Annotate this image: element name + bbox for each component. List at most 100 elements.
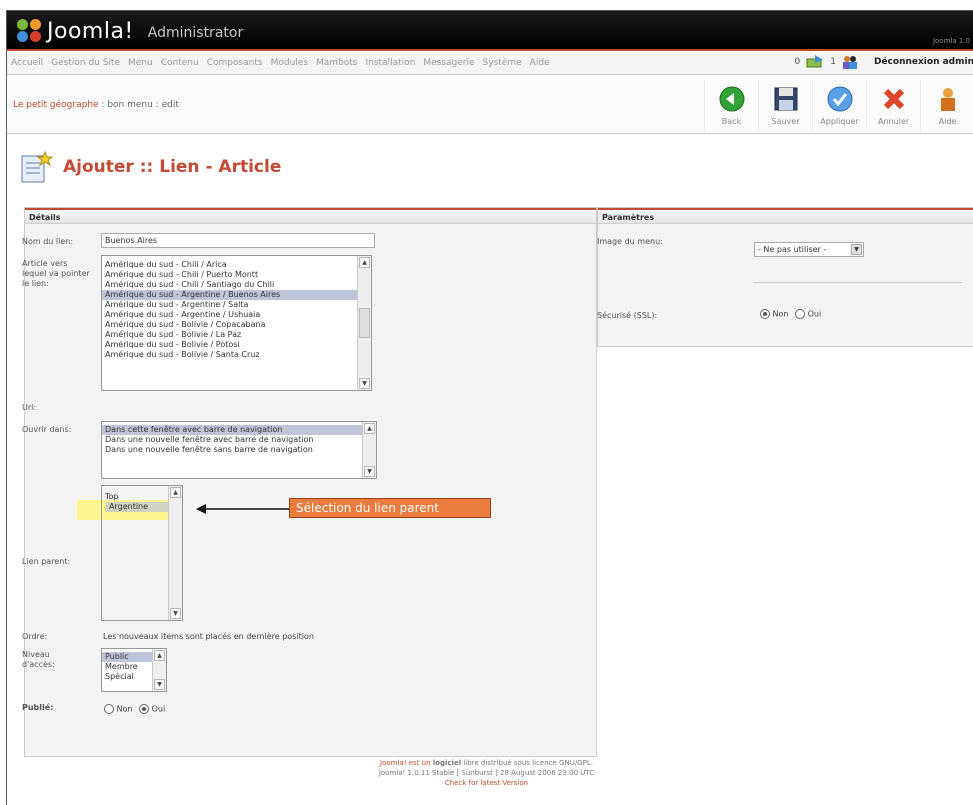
- save-label: Sauver: [771, 117, 800, 126]
- menu-item-menu[interactable]: Menu: [128, 58, 153, 68]
- annotation-label: Sélection du lien parent: [289, 498, 491, 518]
- order-text: Les nouveaux items sont placés en derniè…: [103, 632, 314, 641]
- open-in-label: Ouvrir dans:: [22, 425, 72, 434]
- secure-radios: Non Oui: [760, 309, 821, 319]
- logout-link[interactable]: Déconnexion admin: [874, 57, 973, 67]
- name-label: Nom du lien:: [22, 237, 74, 246]
- list-item[interactable]: Amérique du sud - Chili / Santiago du Ch…: [102, 280, 371, 290]
- menu-item-site[interactable]: Gestion du Site: [51, 58, 120, 68]
- open-in-scrollbar[interactable]: ▲ ▼: [362, 422, 376, 478]
- apply-check-icon: [827, 86, 852, 112]
- cancel-button[interactable]: Annuler: [866, 80, 920, 130]
- footer-license-text: libre distribué sous licence GNU/GPL.: [461, 759, 593, 767]
- toolbar: Le petit géographe : bon menu : edit Bac…: [7, 76, 973, 134]
- published-no-radio[interactable]: [104, 704, 114, 714]
- list-item[interactable]: Amérique du sud - Bolivie / Copacabana: [102, 320, 371, 330]
- page-title: Ajouter :: Lien - Article: [63, 157, 282, 177]
- scroll-thumb[interactable]: [359, 308, 370, 338]
- secure-no-radio[interactable]: [760, 309, 770, 319]
- menu-image-select[interactable]: - Ne pas utiliser - ▼: [754, 242, 864, 257]
- parent-listbox[interactable]: Top Argentine ▲ ▼: [101, 485, 183, 621]
- list-item[interactable]: Amérique du sud - Argentine / Ushuaia: [102, 310, 371, 320]
- secure-yes-radio[interactable]: [795, 309, 806, 319]
- list-item[interactable]: Amérique du sud - Argentine / Salta: [102, 300, 371, 310]
- menu-item-system[interactable]: Système: [483, 58, 522, 68]
- apply-label: Appliquer: [820, 117, 859, 126]
- logo-subtitle: Administrator: [147, 25, 244, 41]
- params-divider: [754, 282, 962, 283]
- menu-item-installation[interactable]: Installation: [366, 58, 416, 68]
- parent-label: Lien parent:: [22, 557, 71, 566]
- users-online-icon[interactable]: [842, 55, 858, 69]
- header-version: Joomla 1.0: [932, 37, 970, 45]
- list-item[interactable]: Dans une nouvelle fenêtre avec barre de …: [102, 435, 376, 445]
- open-in-listbox[interactable]: Dans cette fenêtre avec barre de navigat…: [101, 421, 377, 479]
- footer-joomla-link[interactable]: Joomla! est un: [380, 759, 433, 767]
- page-heading: Ajouter :: Lien - Article: [19, 147, 281, 187]
- save-disk-icon: [774, 87, 797, 111]
- chevron-down-icon: ▼: [851, 244, 862, 255]
- apply-button[interactable]: Appliquer: [812, 80, 866, 130]
- status-area: 0 1 Déconnexion admin: [795, 55, 973, 69]
- list-item[interactable]: Amérique du sud - Chili / Puerto Montt: [102, 270, 371, 280]
- published-no-label: Non: [116, 704, 133, 714]
- secure-label: Sécurisé (SSL):: [597, 311, 658, 320]
- scroll-up-icon[interactable]: ▲: [170, 487, 181, 498]
- list-item-selected[interactable]: Amérique du sud - Argentine / Buenos Air…: [102, 290, 371, 300]
- list-item[interactable]: Amérique du sud - Bolivie / Potosi: [102, 340, 371, 350]
- scroll-up-icon[interactable]: ▲: [154, 650, 165, 661]
- scroll-up-icon[interactable]: ▲: [359, 257, 370, 268]
- list-item-selected[interactable]: Dans cette fenêtre avec barre de navigat…: [102, 425, 376, 435]
- list-item[interactable]: Amérique du sud - Bolivie / Santa Cruz: [102, 350, 371, 360]
- scroll-up-icon[interactable]: ▲: [364, 423, 375, 434]
- list-item[interactable]: Dans une nouvelle fenêtre sans barre de …: [102, 445, 376, 455]
- scroll-down-icon[interactable]: ▼: [364, 466, 375, 477]
- url-label: Url:: [22, 403, 37, 412]
- published-radios: Non Oui: [104, 704, 165, 714]
- scroll-down-icon[interactable]: ▼: [170, 608, 181, 619]
- published-yes-radio[interactable]: [139, 704, 150, 714]
- parent-scrollbar[interactable]: ▲ ▼: [168, 486, 182, 620]
- access-scrollbar[interactable]: ▲ ▼: [152, 649, 166, 691]
- menu-item-messaging[interactable]: Messagerie: [423, 58, 474, 68]
- secure-yes-label: Oui: [807, 309, 822, 319]
- main-menu-bar: Accueil Gestion du Site Menu Contenu Com…: [7, 53, 973, 75]
- menu-item-components[interactable]: Composants: [207, 58, 263, 68]
- list-item[interactable]: Amérique du sud - Chili / Arica: [102, 260, 371, 270]
- help-label: Aide: [938, 117, 957, 126]
- footer-version: Joomla! 1.0.11 Stable [ Sunburst ] 28 Au…: [378, 769, 595, 777]
- footer-software-link[interactable]: logiciel: [433, 759, 461, 767]
- list-item[interactable]: Amérique du sud - Bolivie / La Paz: [102, 330, 371, 340]
- breadcrumb-rest: : bon menu : edit: [98, 100, 179, 110]
- footer-check-version-link[interactable]: Check for latest Version: [0, 778, 973, 788]
- back-button[interactable]: Back: [704, 80, 758, 130]
- save-button[interactable]: Sauver: [758, 80, 812, 130]
- menu-item-help[interactable]: Aide: [530, 58, 550, 68]
- help-person-icon: [940, 88, 955, 111]
- joomla-logo-icon: [17, 19, 43, 43]
- menu-item-modules[interactable]: Modules: [271, 58, 308, 68]
- messages-icon[interactable]: [806, 55, 824, 69]
- access-listbox[interactable]: Public Membre Spécial ▲ ▼: [101, 648, 167, 692]
- menu-item-home[interactable]: Accueil: [11, 58, 43, 68]
- joomla-logo: Joomla! Administrator: [17, 17, 243, 45]
- published-yes-label: Oui: [151, 704, 166, 714]
- scroll-down-icon[interactable]: ▼: [359, 378, 370, 389]
- back-arrow-icon: [719, 86, 744, 112]
- menu-item-content[interactable]: Contenu: [161, 58, 199, 68]
- name-input[interactable]: Buenos Aires: [101, 233, 375, 248]
- article-scrollbar[interactable]: ▲ ▼: [357, 256, 371, 390]
- article-listbox[interactable]: Amérique du sud - Chili / Arica Amérique…: [101, 255, 372, 391]
- footer: Joomla! est un logiciel libre distribué …: [0, 758, 973, 788]
- messages-count: 0: [794, 57, 801, 67]
- menu-item-mambots[interactable]: Mambots: [316, 58, 357, 68]
- help-button[interactable]: Aide: [920, 80, 973, 130]
- users-count: 1: [830, 57, 836, 67]
- scroll-down-icon[interactable]: ▼: [154, 679, 165, 690]
- access-label: Niveau d'accès:: [22, 650, 55, 669]
- cancel-x-icon: [883, 88, 904, 110]
- details-heading: Détails: [25, 208, 596, 224]
- add-menu-link-icon: [19, 150, 54, 184]
- article-label: Article vers lequel va pointer le lien:: [22, 259, 90, 288]
- annotation-arrow-icon: [196, 504, 290, 514]
